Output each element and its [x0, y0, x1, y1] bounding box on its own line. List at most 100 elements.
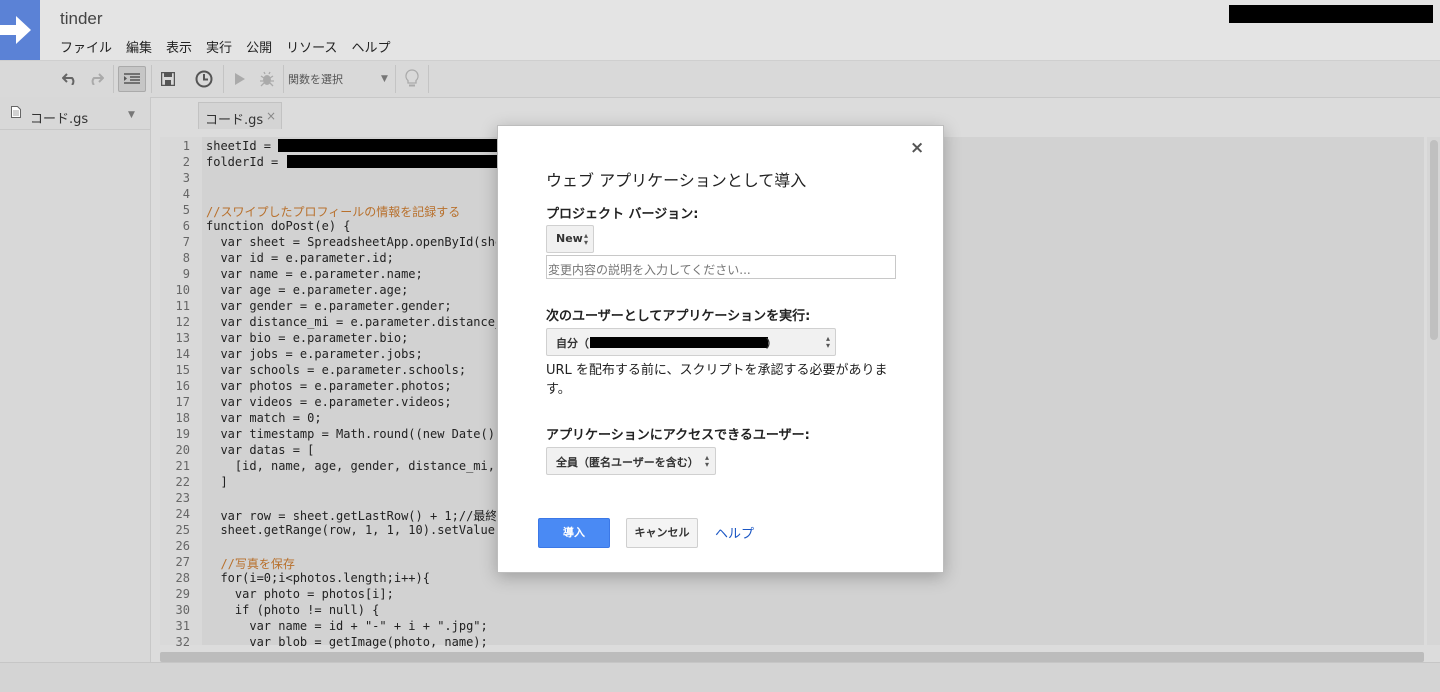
- file-list-item[interactable]: コード.gs ▼: [0, 101, 150, 130]
- chevron-down-icon: ▼: [381, 74, 388, 84]
- line-number: 16: [175, 379, 190, 393]
- menu-run[interactable]: 実行: [206, 37, 232, 56]
- line-number: 8: [182, 251, 190, 265]
- project-version-select[interactable]: New ▴ ▾: [546, 225, 594, 253]
- code-line: var sheet = SpreadsheetApp.openById(she: [206, 235, 496, 249]
- project-title[interactable]: tinder: [60, 9, 103, 29]
- folder-id-redacted: [287, 155, 498, 168]
- line-number: 22: [175, 475, 190, 489]
- code-line: function doPost(e) {: [206, 219, 351, 233]
- close-tab-icon[interactable]: ×: [266, 109, 276, 123]
- sheet-id-redacted: [278, 139, 498, 152]
- code-line: var timestamp = Math.round((new Date(): [206, 427, 495, 441]
- code-line: var bio = e.parameter.bio;: [206, 331, 409, 345]
- project-version-value: New: [556, 232, 583, 245]
- line-number: 3: [182, 171, 190, 185]
- undo-icon[interactable]: [58, 61, 82, 97]
- code-line: var name = e.parameter.name;: [206, 267, 423, 281]
- line-number: 24: [175, 507, 190, 521]
- access-value: 全員（匿名ユーザーを含む）: [556, 456, 699, 469]
- file-icon: [11, 106, 21, 121]
- access-select[interactable]: 全員（匿名ユーザーを含む） ▴ ▾: [546, 447, 716, 475]
- project-version-label: プロジェクト バージョン:: [546, 207, 699, 222]
- menu-view[interactable]: 表示: [166, 37, 192, 56]
- function-select-label: 関数を選択: [288, 73, 343, 86]
- line-number: 5: [182, 203, 190, 217]
- debug-icon[interactable]: [255, 61, 279, 97]
- status-bar: [0, 662, 1440, 692]
- execute-as-select[interactable]: 自分（ ） ▴ ▾: [546, 328, 836, 356]
- select-arrows-icon: ▴ ▾: [705, 453, 710, 469]
- deploy-web-app-dialog: × ウェブ アプリケーションとして導入 プロジェクト バージョン: New ▴ ▾…: [497, 125, 944, 573]
- code-line: ]: [206, 475, 228, 489]
- code-line: if (photo != null) {: [206, 603, 380, 617]
- line-number: 15: [175, 363, 190, 377]
- line-number: 2: [182, 155, 190, 169]
- code-line: var row = sheet.getLastRow() + 1;//最終: [206, 509, 496, 523]
- line-number: 19: [175, 427, 190, 441]
- line-number: 32: [175, 635, 190, 649]
- redo-icon[interactable]: [84, 61, 108, 97]
- function-select[interactable]: 関数を選択 ▼: [288, 61, 388, 97]
- menu-bar: ファイル 編集 表示 実行 公開 リソース ヘルプ: [60, 37, 390, 56]
- code-line: for(i=0;i<photos.length;i++){: [206, 571, 430, 585]
- toolbar: 関数を選択 ▼: [0, 60, 1440, 98]
- execute-as-suffix: ）: [766, 337, 777, 350]
- line-number: 18: [175, 411, 190, 425]
- line-number: 9: [182, 267, 190, 281]
- url-authorization-note: URL を配布する前に、スクリプトを承認する必要があります。: [546, 363, 888, 397]
- code-line: [id, name, age, gender, distance_mi,: [206, 459, 495, 473]
- line-number: 23: [175, 491, 190, 505]
- line-number: 31: [175, 619, 190, 633]
- triggers-icon[interactable]: [192, 61, 216, 97]
- vertical-scrollbar-thumb[interactable]: [1430, 140, 1438, 340]
- line-number: 4: [182, 187, 190, 201]
- help-link[interactable]: ヘルプ: [715, 523, 754, 542]
- close-icon[interactable]: ×: [910, 138, 924, 158]
- chevron-down-icon[interactable]: ▼: [128, 110, 135, 120]
- file-sidebar: [0, 97, 151, 662]
- select-arrows-icon: ▴ ▾: [584, 231, 589, 247]
- code-line: //スワイプしたプロフィールの情報を記録する: [206, 205, 461, 219]
- tab-code-gs[interactable]: コード.gs ×: [198, 102, 282, 129]
- description-input[interactable]: [546, 255, 896, 279]
- code-line: var photos = e.parameter.photos;: [206, 379, 452, 393]
- menu-publish[interactable]: 公開: [246, 37, 272, 56]
- deploy-button[interactable]: 導入: [538, 518, 610, 548]
- lightbulb-icon[interactable]: [401, 61, 423, 97]
- line-number: 21: [175, 459, 190, 473]
- line-number: 29: [175, 587, 190, 601]
- select-arrows-icon: ▴ ▾: [826, 334, 831, 350]
- code-line: var datas = [: [206, 443, 315, 457]
- line-number: 20: [175, 443, 190, 457]
- code-line: var videos = e.parameter.videos;: [206, 395, 452, 409]
- line-number: 27: [175, 555, 190, 569]
- menu-help[interactable]: ヘルプ: [351, 37, 390, 56]
- menu-file[interactable]: ファイル: [60, 37, 112, 56]
- indent-icon[interactable]: [118, 66, 146, 92]
- code-line: var gender = e.parameter.gender;: [206, 299, 452, 313]
- code-line: var photo = photos[i];: [206, 587, 394, 601]
- code-line: var match = 0;: [206, 411, 322, 425]
- tab-label: コード.gs: [205, 113, 264, 128]
- code-line: var jobs = e.parameter.jobs;: [206, 347, 423, 361]
- line-number: 26: [175, 539, 190, 553]
- line-number: 7: [182, 235, 190, 249]
- line-number: 14: [175, 347, 190, 361]
- code-line: var id = e.parameter.id;: [206, 251, 394, 265]
- menu-edit[interactable]: 編集: [126, 37, 152, 56]
- cancel-button[interactable]: キャンセル: [626, 518, 698, 548]
- account-email-redacted: [590, 337, 768, 348]
- access-label: アプリケーションにアクセスできるユーザー:: [546, 428, 810, 443]
- code-line: sheet.getRange(row, 1, 1, 10).setValues: [206, 523, 496, 537]
- line-number: 11: [175, 299, 190, 313]
- line-number: 12: [175, 315, 190, 329]
- code-line: var schools = e.parameter.schools;: [206, 363, 467, 377]
- horizontal-scrollbar[interactable]: [160, 652, 1424, 662]
- execute-as-prefix: 自分（: [556, 337, 589, 350]
- menu-resources[interactable]: リソース: [286, 37, 337, 56]
- apps-script-logo[interactable]: [0, 0, 40, 60]
- save-icon[interactable]: [157, 61, 179, 97]
- run-icon[interactable]: [230, 61, 250, 97]
- line-number: 6: [182, 219, 190, 233]
